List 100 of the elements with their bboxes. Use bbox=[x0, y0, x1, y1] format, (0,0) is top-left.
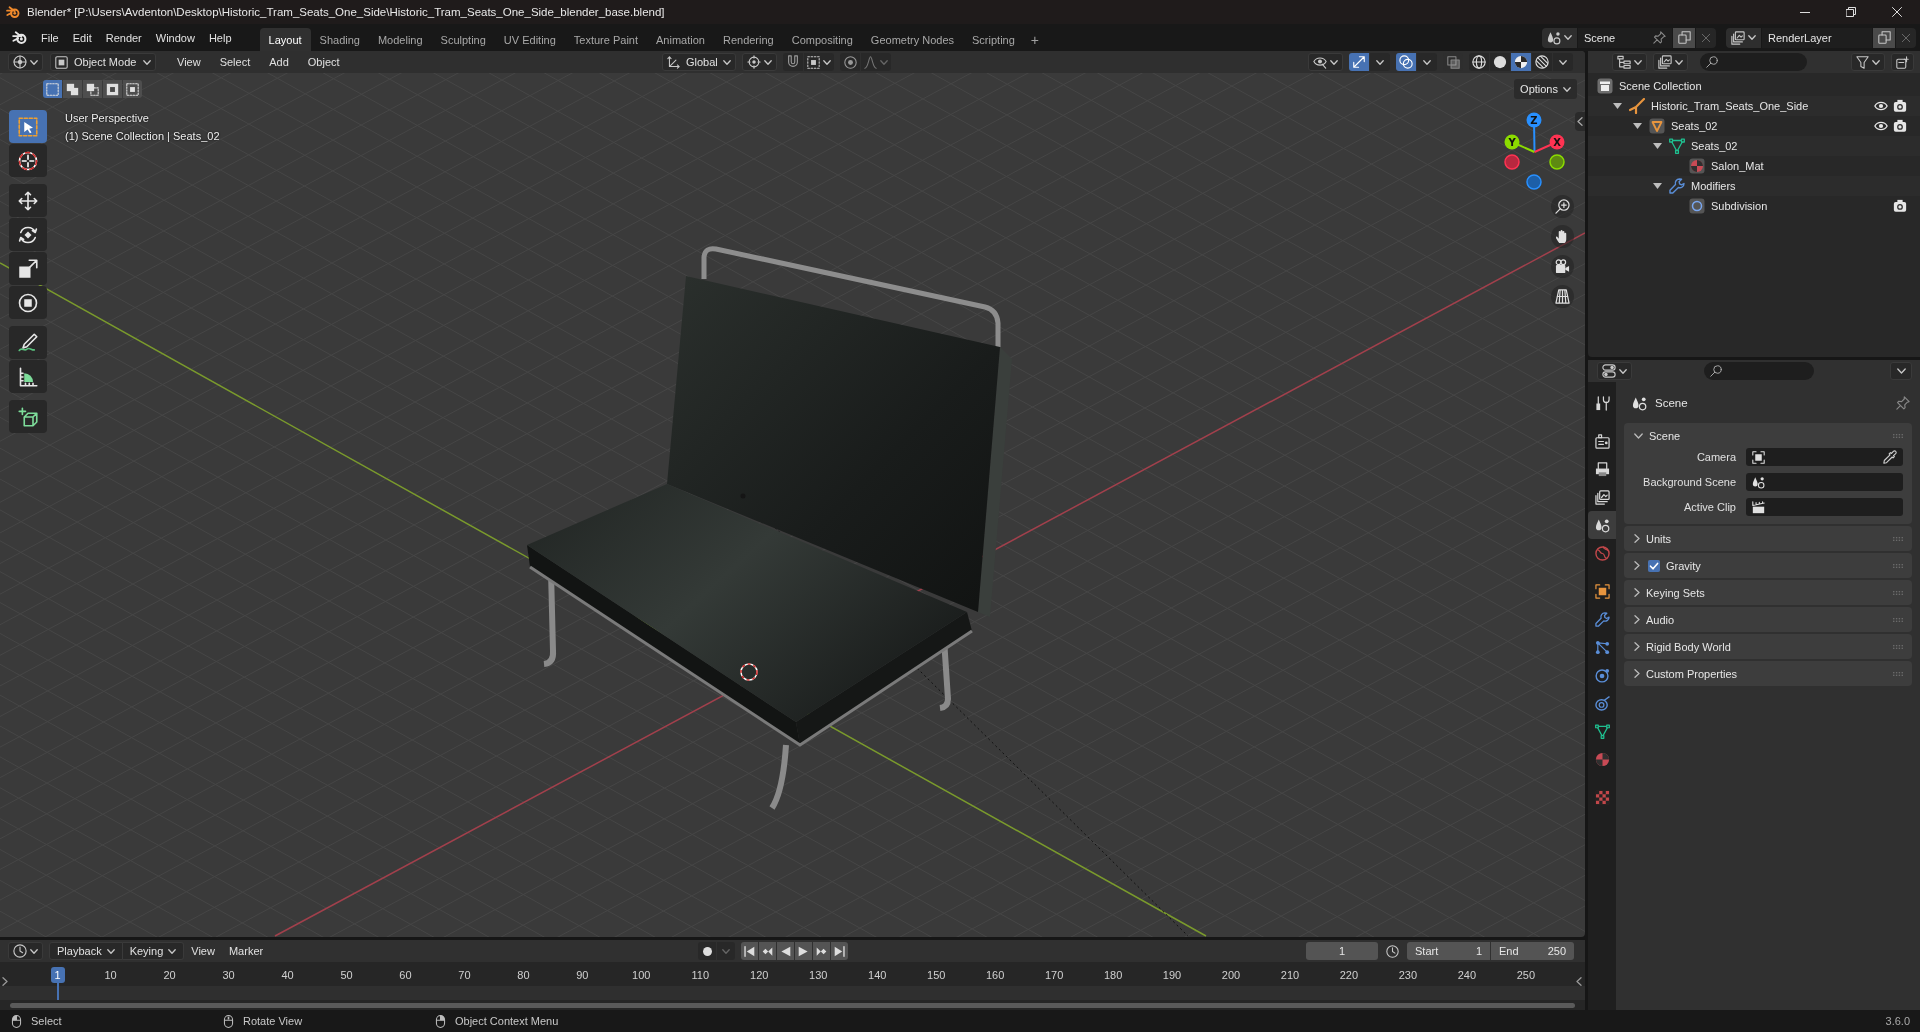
overlay-dropdown[interactable] bbox=[1417, 53, 1437, 71]
tree-item-label[interactable]: Salon_Mat bbox=[1711, 160, 1764, 172]
jump-to-end-button[interactable] bbox=[831, 942, 848, 960]
previous-keyframe-button[interactable] bbox=[759, 942, 776, 960]
end-frame-field[interactable]: End 250 bbox=[1491, 942, 1574, 960]
next-keyframe-button[interactable] bbox=[813, 942, 830, 960]
mode-dropdown[interactable]: Object Mode bbox=[50, 53, 156, 71]
snap-toggle[interactable] bbox=[783, 53, 803, 71]
search-field[interactable] bbox=[1700, 53, 1807, 71]
pan-button[interactable] bbox=[1551, 225, 1574, 248]
menu-item[interactable]: Keying bbox=[122, 942, 185, 960]
disclosure-triangle-icon[interactable] bbox=[1632, 123, 1642, 129]
menu-item[interactable]: File bbox=[34, 28, 66, 47]
panel-title[interactable]: Scene bbox=[1649, 429, 1681, 442]
disclosure-triangle-icon[interactable] bbox=[1652, 183, 1662, 189]
axis-handle[interactable]: Y bbox=[1504, 134, 1536, 153]
toolbar-tool-button[interactable] bbox=[9, 218, 47, 251]
record-button[interactable] bbox=[698, 942, 716, 960]
new-collection-button[interactable] bbox=[1891, 53, 1914, 71]
disclosure-triangle-icon[interactable] bbox=[1652, 143, 1662, 149]
render-toggle[interactable] bbox=[1893, 119, 1907, 133]
workspace-tab[interactable]: Shading bbox=[310, 28, 369, 51]
chevron-right-icon[interactable] bbox=[1634, 669, 1640, 678]
options-dropdown[interactable] bbox=[1890, 362, 1912, 380]
tree-item-label[interactable]: Seats_02 bbox=[1691, 140, 1738, 152]
frame-ruler[interactable]: 1 10 20 30 40 50 60 70 80 90 100 110 120 130 140 150 160 170 180 190 200 210 220 230 240 250 bbox=[0, 962, 1585, 1000]
render-toggle[interactable] bbox=[1893, 199, 1907, 213]
axis-handle[interactable]: Z bbox=[1526, 112, 1542, 153]
negative-axis-handle[interactable] bbox=[1526, 174, 1542, 190]
search-dropdown-field[interactable] bbox=[1746, 498, 1903, 516]
toolbar-tool-button[interactable] bbox=[9, 286, 47, 319]
editor-type-button[interactable] bbox=[1612, 53, 1647, 71]
3d-viewport[interactable]: Object Mode View Select Add Object Global Options User Perspective (1) Scene Collection | Seats_02 Z Y X bbox=[0, 51, 1585, 937]
shading-dropdown[interactable] bbox=[1553, 53, 1573, 71]
chevron-right-icon[interactable] bbox=[1634, 615, 1640, 624]
toolbar-tool-button[interactable] bbox=[9, 400, 47, 433]
menu-item[interactable]: View bbox=[169, 54, 209, 70]
visibility-toggle[interactable] bbox=[1874, 99, 1888, 113]
menu-item[interactable]: Help bbox=[201, 28, 239, 47]
chevron-left-icon[interactable] bbox=[1576, 977, 1582, 986]
new-view-layer-button[interactable] bbox=[1873, 27, 1895, 48]
preview-range-toggle[interactable] bbox=[1384, 942, 1401, 960]
proportional-edit-toggle[interactable] bbox=[840, 53, 860, 71]
menu-item[interactable]: Marker bbox=[221, 942, 271, 960]
chevron-right-icon[interactable] bbox=[1634, 534, 1640, 543]
chevron-down-icon[interactable] bbox=[1634, 432, 1643, 439]
snap-target-dropdown[interactable] bbox=[804, 53, 834, 71]
chevron-right-icon[interactable] bbox=[1634, 561, 1640, 570]
panel-title[interactable]: Custom Properties bbox=[1646, 667, 1738, 680]
disclosure-triangle-icon[interactable] bbox=[1612, 103, 1622, 109]
editor-type-button[interactable] bbox=[8, 942, 43, 960]
scene-browse-button[interactable] bbox=[1542, 27, 1577, 48]
axis-handle[interactable]: X bbox=[1533, 134, 1565, 153]
menu-item[interactable]: Window bbox=[148, 28, 202, 47]
gizmo-toggle[interactable] bbox=[1349, 53, 1369, 71]
panel-title[interactable]: Audio bbox=[1646, 613, 1675, 626]
workspace-tab[interactable]: Geometry Nodes bbox=[861, 28, 963, 51]
workspace-tab[interactable]: Animation bbox=[647, 28, 714, 51]
orientation-dropdown[interactable]: Global bbox=[662, 53, 736, 71]
pivot-dropdown[interactable] bbox=[742, 53, 777, 71]
delete-view-layer-button[interactable] bbox=[1896, 27, 1916, 48]
menu-item[interactable]: Render bbox=[98, 28, 149, 47]
workspace-tab[interactable]: Compositing bbox=[782, 28, 862, 51]
toolbar-tool-button[interactable] bbox=[9, 360, 47, 393]
shading-mode-button[interactable] bbox=[1511, 53, 1531, 71]
gizmo-dropdown[interactable] bbox=[1370, 53, 1390, 71]
menu-item[interactable]: Edit bbox=[65, 28, 99, 47]
new-scene-button[interactable] bbox=[1673, 27, 1695, 48]
shading-mode-button[interactable] bbox=[1532, 53, 1552, 71]
display-mode-dropdown[interactable] bbox=[1653, 53, 1688, 71]
current-frame-field[interactable]: 1 bbox=[1306, 942, 1378, 960]
sidebar-toggle[interactable] bbox=[1575, 112, 1585, 131]
jump-to-start-button[interactable] bbox=[741, 942, 758, 960]
editor-type-button[interactable] bbox=[8, 53, 43, 71]
negative-axis-handle[interactable] bbox=[1504, 154, 1520, 170]
properties-tab[interactable] bbox=[1588, 511, 1616, 539]
options-dropdown[interactable]: Options bbox=[1514, 79, 1577, 99]
panel-title[interactable]: Gravity bbox=[1666, 559, 1701, 572]
tree-item-label[interactable]: Seats_02 bbox=[1671, 120, 1718, 132]
play-button[interactable] bbox=[795, 942, 812, 960]
current-frame-marker[interactable]: 1 bbox=[50, 967, 65, 983]
workspace-tab[interactable]: Sculpting bbox=[431, 28, 495, 51]
panel-title[interactable]: Keying Sets bbox=[1646, 586, 1705, 599]
view-layer-name-field[interactable]: RenderLayer bbox=[1762, 27, 1872, 48]
delete-scene-button[interactable] bbox=[1696, 27, 1716, 48]
playhead-line[interactable] bbox=[56, 983, 59, 1000]
menu-item[interactable]: View bbox=[184, 942, 222, 960]
select-mode-button[interactable] bbox=[83, 80, 102, 98]
search-dropdown-field[interactable] bbox=[1746, 448, 1903, 466]
panel-title[interactable]: Units bbox=[1646, 532, 1672, 545]
toolbar-tool-button[interactable] bbox=[9, 144, 47, 177]
camera-view-button[interactable] bbox=[1551, 255, 1574, 278]
render-toggle[interactable] bbox=[1893, 99, 1907, 113]
select-mode-button[interactable] bbox=[63, 80, 82, 98]
menu-item[interactable]: Playback bbox=[49, 942, 123, 960]
workspace-tab[interactable]: Texture Paint bbox=[564, 28, 648, 51]
falloff-dropdown[interactable] bbox=[861, 53, 891, 71]
panel-title[interactable]: Rigid Body World bbox=[1646, 640, 1731, 653]
shading-mode-button[interactable] bbox=[1469, 53, 1489, 71]
horizontal-scrollbar[interactable] bbox=[10, 1002, 1575, 1008]
